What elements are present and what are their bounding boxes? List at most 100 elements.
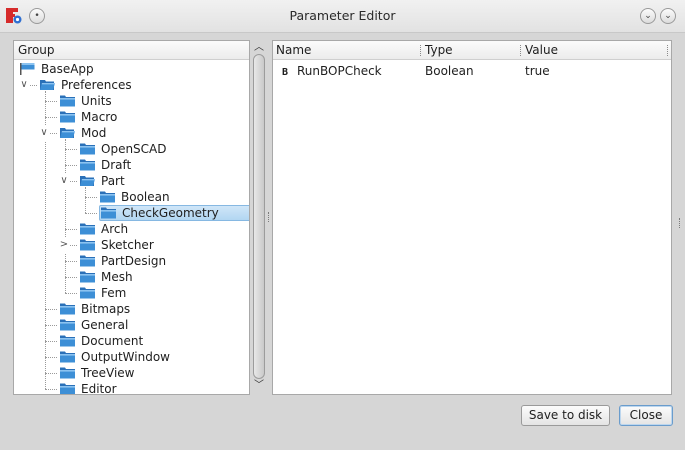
- splitter-handle[interactable]: [268, 212, 271, 222]
- folder-icon: [79, 158, 96, 171]
- parameter-type[interactable]: Boolean: [425, 63, 474, 79]
- expand-open-icon[interactable]: ∨: [19, 77, 29, 93]
- window-title: Parameter Editor: [289, 8, 396, 23]
- folder-icon: [59, 110, 76, 123]
- tree-item-draft[interactable]: Draft: [79, 157, 131, 173]
- tree-connector: [45, 325, 57, 326]
- expand-open-icon[interactable]: ∨: [39, 125, 49, 141]
- tree-item-label: TreeView: [81, 366, 135, 380]
- tree-item-label: General: [81, 318, 129, 332]
- tree-item-sketcher[interactable]: Sketcher: [79, 237, 154, 253]
- tree-item-label: Mod: [81, 126, 107, 140]
- tree-item-openscad[interactable]: OpenSCAD: [79, 141, 167, 157]
- column-separator[interactable]: [520, 45, 522, 56]
- scrollbar-thumb[interactable]: [253, 54, 265, 379]
- tree-item-label: Macro: [81, 110, 118, 124]
- tree-item-preferences[interactable]: Preferences: [39, 77, 132, 93]
- folder-icon: [79, 254, 96, 267]
- column-header-type[interactable]: Type: [425, 43, 453, 57]
- tree-scrollbar[interactable]: ︿ ﹀: [252, 40, 266, 395]
- tree-item-label: PartDesign: [101, 254, 167, 268]
- tree-item-label: Mesh: [101, 270, 133, 284]
- folder-icon: [59, 366, 76, 379]
- folder-icon: [59, 334, 76, 347]
- group-header[interactable]: Group: [14, 41, 249, 60]
- tree-item-partdesign[interactable]: PartDesign: [79, 253, 166, 269]
- parameter-name: RunBOPCheck: [297, 64, 382, 78]
- tree-item-label: Fem: [101, 286, 127, 300]
- group-column-header[interactable]: Group: [18, 43, 55, 57]
- parameter-value[interactable]: true: [525, 63, 550, 79]
- tree-item-label: Arch: [101, 222, 129, 236]
- tree-item-baseapp[interactable]: BaseApp: [19, 61, 94, 77]
- tree-connector: [65, 165, 77, 166]
- folder-icon: [79, 286, 96, 299]
- close-button-label: Close: [629, 408, 663, 422]
- scroll-up-icon[interactable]: ︿: [252, 42, 266, 54]
- folder-icon: [59, 318, 76, 331]
- window-close-button[interactable]: ⌄: [660, 8, 676, 24]
- folder-icon: [79, 222, 96, 235]
- tree-item-part[interactable]: Part: [79, 173, 125, 189]
- chevron-down-icon: ⌄: [644, 11, 652, 21]
- tree-item-label: Sketcher: [101, 238, 154, 252]
- expand-open-icon[interactable]: ∨: [59, 173, 69, 189]
- close-button[interactable]: Close: [619, 405, 673, 426]
- tree-item-general[interactable]: General: [59, 317, 128, 333]
- tree-item-boolean[interactable]: Boolean: [99, 189, 170, 205]
- minimize-button[interactable]: ⌄: [640, 8, 656, 24]
- expand-closed-icon[interactable]: >: [59, 237, 69, 253]
- folder-icon: [99, 190, 116, 203]
- table-row[interactable]: B RunBOPCheck Boolean true: [273, 61, 671, 81]
- column-header-name[interactable]: Name: [276, 43, 311, 57]
- tree-connector: [85, 187, 86, 213]
- title-bar: • Parameter Editor ⌄ ⌄: [0, 0, 685, 33]
- tree-item-treeview[interactable]: TreeView: [59, 365, 134, 381]
- resize-handle[interactable]: [679, 218, 682, 228]
- tree-item-bitmaps[interactable]: Bitmaps: [59, 301, 130, 317]
- tree-connector: [45, 309, 57, 310]
- tree-connector: [65, 261, 77, 262]
- tree-item-editor[interactable]: Editor: [59, 381, 117, 394]
- parameter-name-cell[interactable]: B RunBOPCheck: [279, 63, 382, 79]
- tree-item-label: Editor: [81, 382, 117, 394]
- column-header-value[interactable]: Value: [525, 43, 558, 57]
- column-separator[interactable]: [420, 45, 422, 56]
- tree-connector: [45, 341, 57, 342]
- tree-connector: [65, 229, 77, 230]
- folder-icon: [59, 382, 76, 394]
- tree-item-label: Document: [81, 334, 144, 348]
- tree-item-label: BaseApp: [41, 62, 94, 76]
- tree-item-checkgeometry[interactable]: CheckGeometry: [99, 205, 249, 221]
- parameters-header: Name Type Value: [273, 41, 671, 60]
- tree-item-mod[interactable]: Mod: [59, 125, 106, 141]
- folder-icon: [59, 350, 76, 363]
- group-tree: BaseApp ∨ Preferences Units Macro ∨ Mod OpenSCA…: [14, 61, 249, 394]
- tree-connector: [45, 101, 57, 102]
- tree-connector: [65, 293, 77, 294]
- chevron-down-circle-icon: ⌄: [664, 11, 672, 21]
- column-separator[interactable]: [667, 45, 669, 56]
- scroll-down-icon[interactable]: ﹀: [252, 380, 266, 392]
- tree-item-mesh[interactable]: Mesh: [79, 269, 133, 285]
- tree-item-label: Boolean: [121, 190, 170, 204]
- tree-connector: [65, 149, 77, 150]
- folder-icon: [59, 302, 76, 315]
- tree-item-arch[interactable]: Arch: [79, 221, 128, 237]
- tree-item-label: Units: [81, 94, 112, 108]
- save-to-disk-button[interactable]: Save to disk: [521, 405, 610, 426]
- tree-item-label: OutputWindow: [81, 350, 170, 364]
- tree-item-units[interactable]: Units: [59, 93, 112, 109]
- tree-item-label: Draft: [101, 158, 132, 172]
- tree-item-document[interactable]: Document: [59, 333, 143, 349]
- folder-open-icon: [59, 126, 76, 139]
- folder-icon: [100, 206, 117, 219]
- tree-item-label: Preferences: [61, 78, 132, 92]
- tree-connector: [65, 277, 77, 278]
- blue-flag-icon: [19, 62, 36, 75]
- tree-item-outputwindow[interactable]: OutputWindow: [59, 349, 170, 365]
- folder-icon: [59, 94, 76, 107]
- tree-item-fem[interactable]: Fem: [79, 285, 126, 301]
- tree-item-macro[interactable]: Macro: [59, 109, 117, 125]
- folder-open-icon: [79, 174, 96, 187]
